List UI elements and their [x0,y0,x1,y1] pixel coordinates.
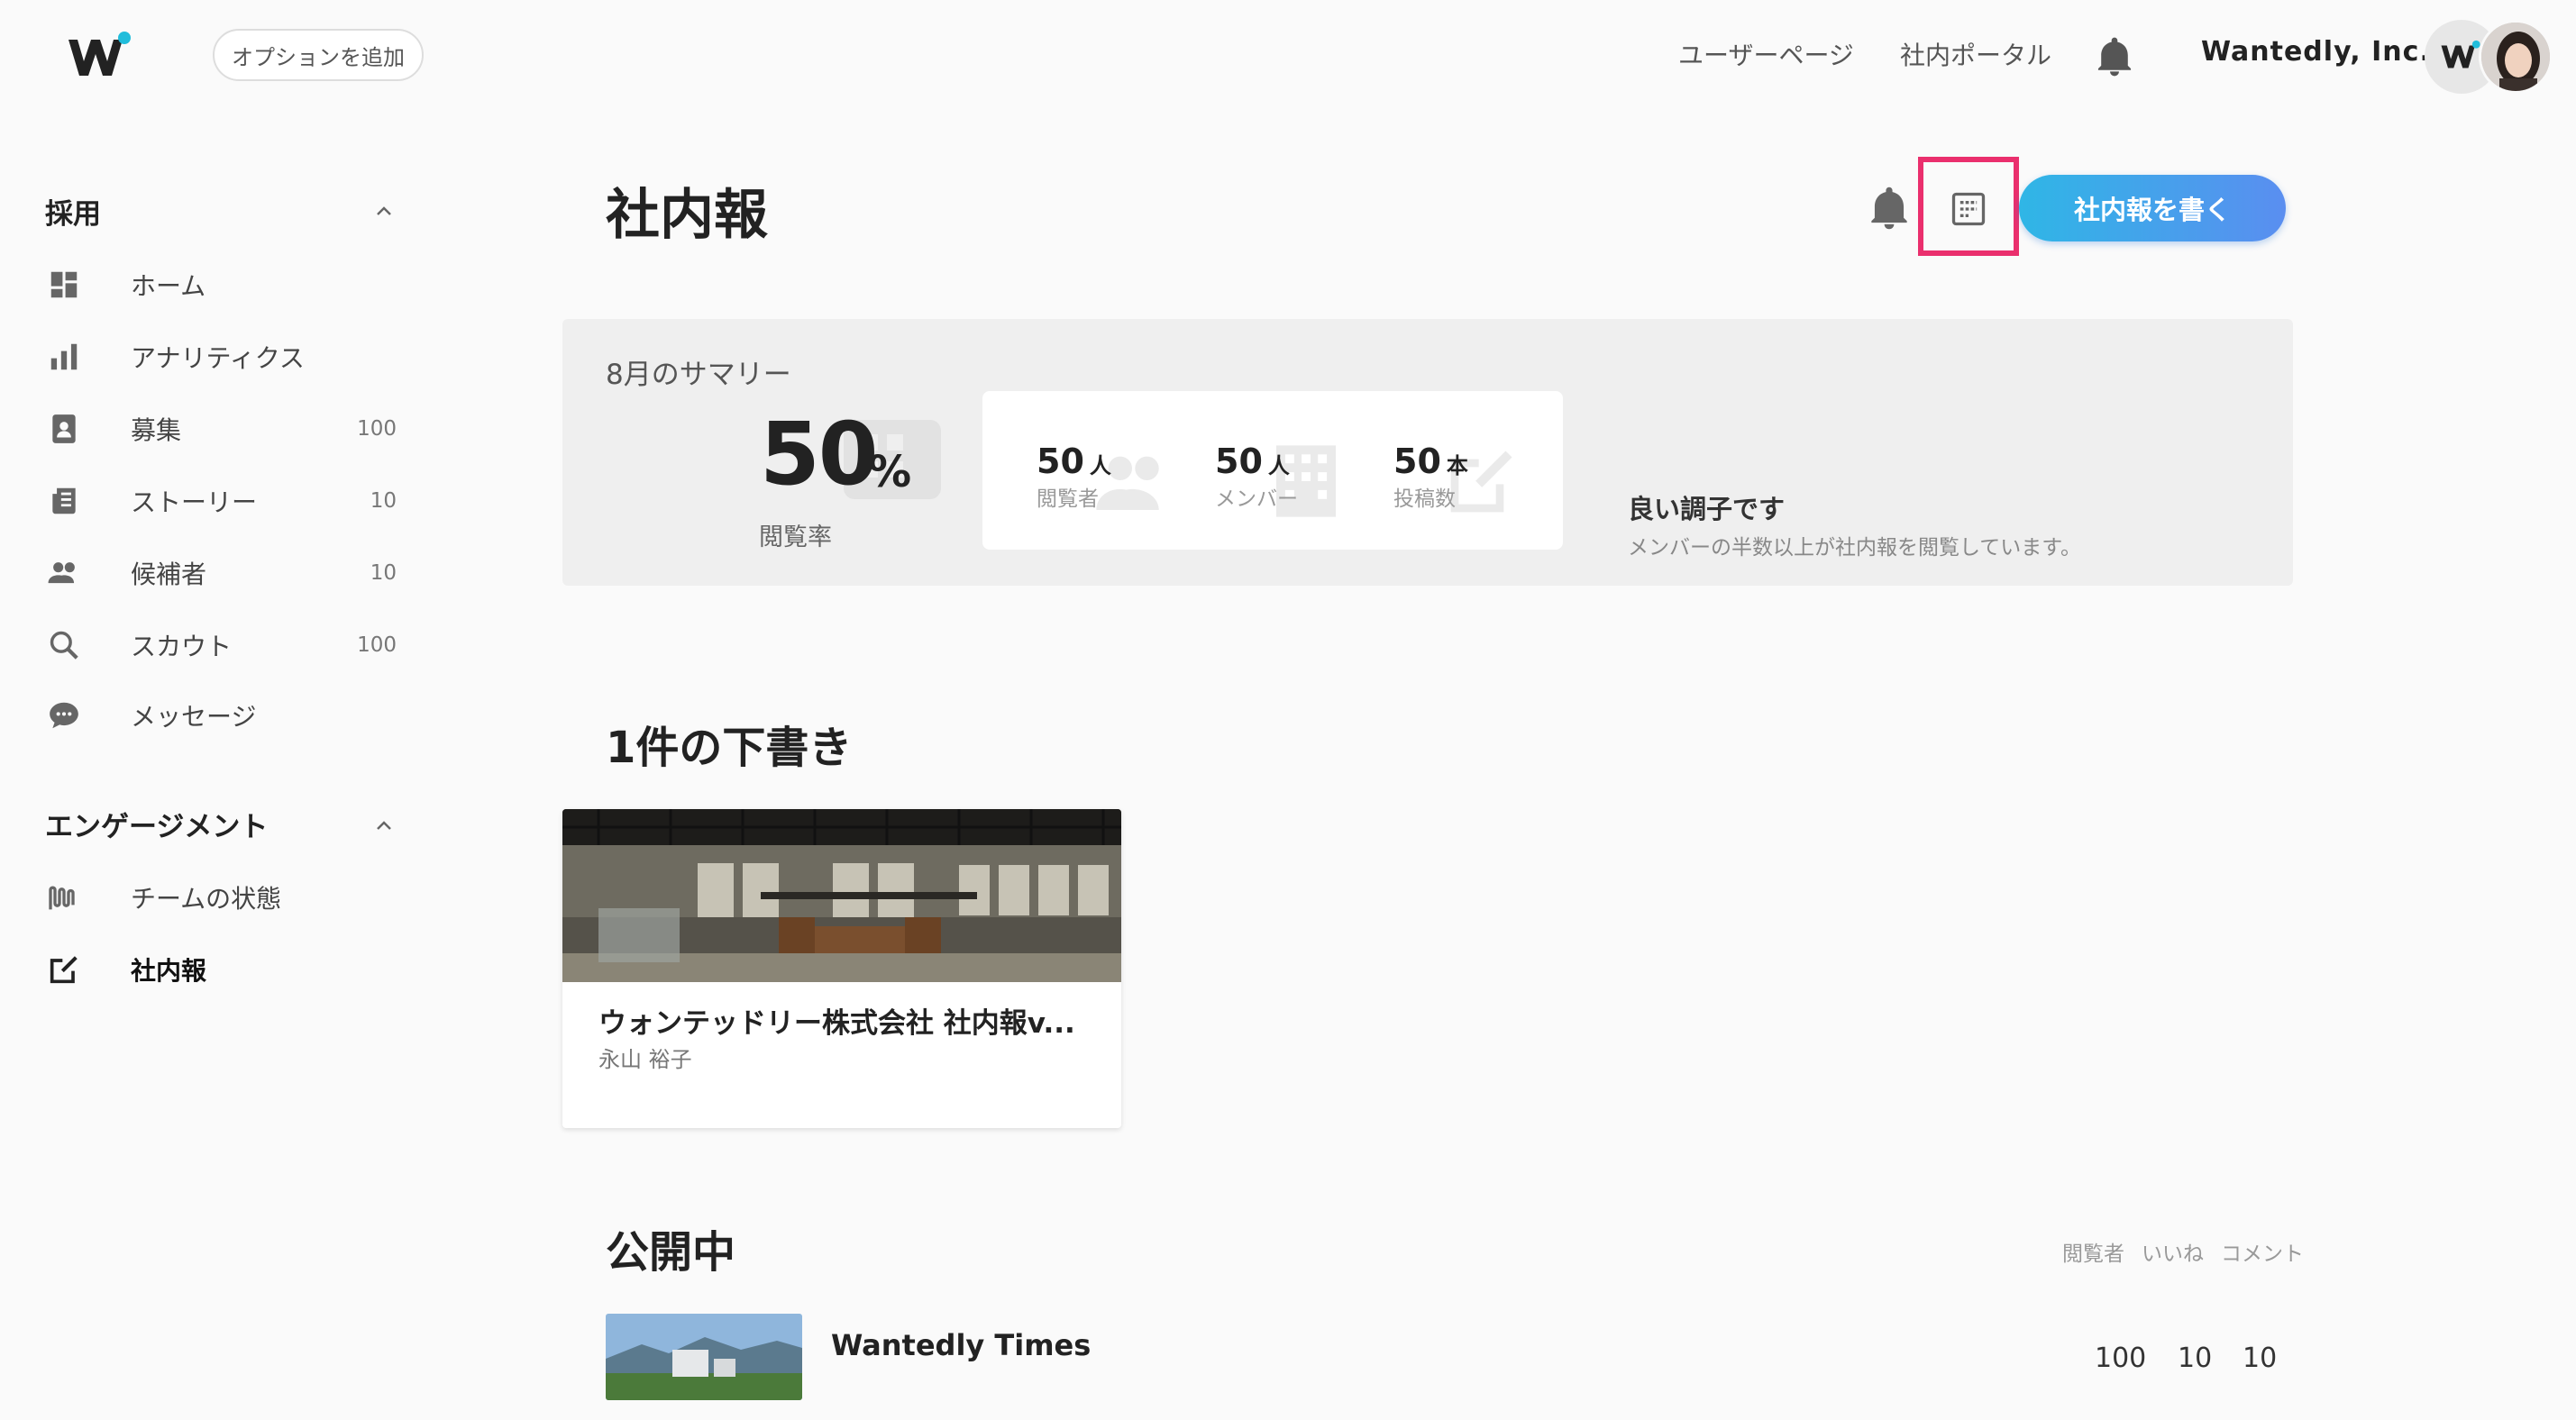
notification-bell-icon[interactable] [1869,186,1909,231]
draft-card[interactable]: ウォンテッドリー株式会社 社内報v... 永山 裕子 [562,809,1121,1128]
sidebar-item-label: ホーム [131,271,206,301]
summary-title: 8月のサマリー [606,359,791,391]
company-name[interactable]: Wantedly, Inc. [2201,36,2431,68]
chevron-up-icon[interactable] [373,815,395,836]
stat-viewers: 50 人 閲覧者 [1037,441,1111,511]
column-comments: コメント [2221,1242,2304,1266]
account-avatars[interactable] [2425,20,2556,94]
sidebar-item-label: 候補者 [131,560,207,589]
draft-author: 永山 裕子 [598,1047,692,1072]
draft-cover-image [562,809,1121,982]
stat-members: 50 人 メンバー [1215,441,1298,511]
column-viewers: 閲覧者 [2062,1242,2124,1266]
notification-bell-icon[interactable] [2096,36,2133,77]
published-title[interactable]: Wantedly Times [831,1328,1091,1362]
sidebar-item-candidates[interactable]: 候補者 10 [45,548,406,598]
drafts-heading: 1件の下書き [606,723,853,773]
published-thumbnail[interactable] [606,1314,802,1400]
write-news-button[interactable]: 社内報を書く [2019,175,2286,241]
published-comments: 10 [2243,1343,2278,1374]
sidebar-item-label: ストーリー [131,487,258,517]
published-likes: 10 [2178,1343,2213,1374]
view-rate-label: 閲覧率 [759,523,832,551]
drafts-list-icon[interactable] [1949,189,1988,229]
sidebar-item-story[interactable]: ストーリー 10 [45,476,406,526]
chevron-up-icon[interactable] [373,200,395,222]
recruit-badge-icon [45,410,83,448]
sidebar-item-internal-news[interactable]: 社内報 [45,944,406,995]
wave-icon [45,878,83,916]
sidebar-item-scout[interactable]: スカウト 100 [45,620,406,670]
column-likes: いいね [2142,1242,2204,1266]
sidebar-item-team-status[interactable]: チームの状態 [45,872,406,923]
sidebar-item-label: 社内報 [131,956,207,986]
sidebar-item-count: 10 [370,561,397,585]
search-icon [45,626,83,664]
dashboard-icon [45,266,83,304]
sidebar-section-recruit: 採用 [45,198,101,231]
draft-title[interactable]: ウォンテッドリー株式会社 社内報v... [598,1000,1103,1041]
sidebar-item-label: アナリティクス [131,343,305,373]
status-title: 良い調子です [1628,494,1786,524]
view-rate-unit: % [868,447,912,497]
message-icon [45,696,83,734]
sidebar-item-home[interactable]: ホーム [45,259,406,310]
user-avatar [2479,20,2553,94]
view-rate-value: 50 [760,404,879,505]
sidebar-item-label: 募集 [131,415,182,445]
page-title: 社内報 [606,184,768,247]
sidebar-item-message[interactable]: メッセージ [45,690,406,741]
sidebar-item-label: メッセージ [131,702,257,732]
published-viewers: 100 [2095,1343,2147,1374]
sidebar-item-count: 100 [357,417,397,441]
stat-posts: 50 本 投稿数 [1393,441,1468,511]
bar-chart-icon [45,338,83,376]
sidebar-item-recruit[interactable]: 募集 100 [45,404,406,454]
edit-icon [45,951,83,988]
people-icon [45,554,83,592]
sidebar-item-label: スカウト [131,632,233,661]
sidebar-item-count: 100 [357,633,397,657]
sidebar-item-label: チームの状態 [131,884,282,914]
wantedly-logo[interactable] [65,31,137,85]
internal-portal-link[interactable]: 社内ポータル [1900,36,2051,72]
stats-card: 50 人 閲覧者 50 人 メンバー 50 本 投稿数 [982,391,1563,550]
add-option-button[interactable]: オプションを追加 [213,29,424,81]
sidebar-section-engagement: エンゲージメント [45,811,269,843]
status-description: メンバーの半数以上が社内報を閲覧しています。 [1628,536,2082,560]
published-heading: 公開中 [606,1227,736,1278]
story-icon [45,482,83,520]
sidebar-item-analytics[interactable]: アナリティクス [45,332,406,382]
user-page-link[interactable]: ユーザーページ [1678,36,1854,72]
sidebar-item-count: 10 [370,489,397,513]
